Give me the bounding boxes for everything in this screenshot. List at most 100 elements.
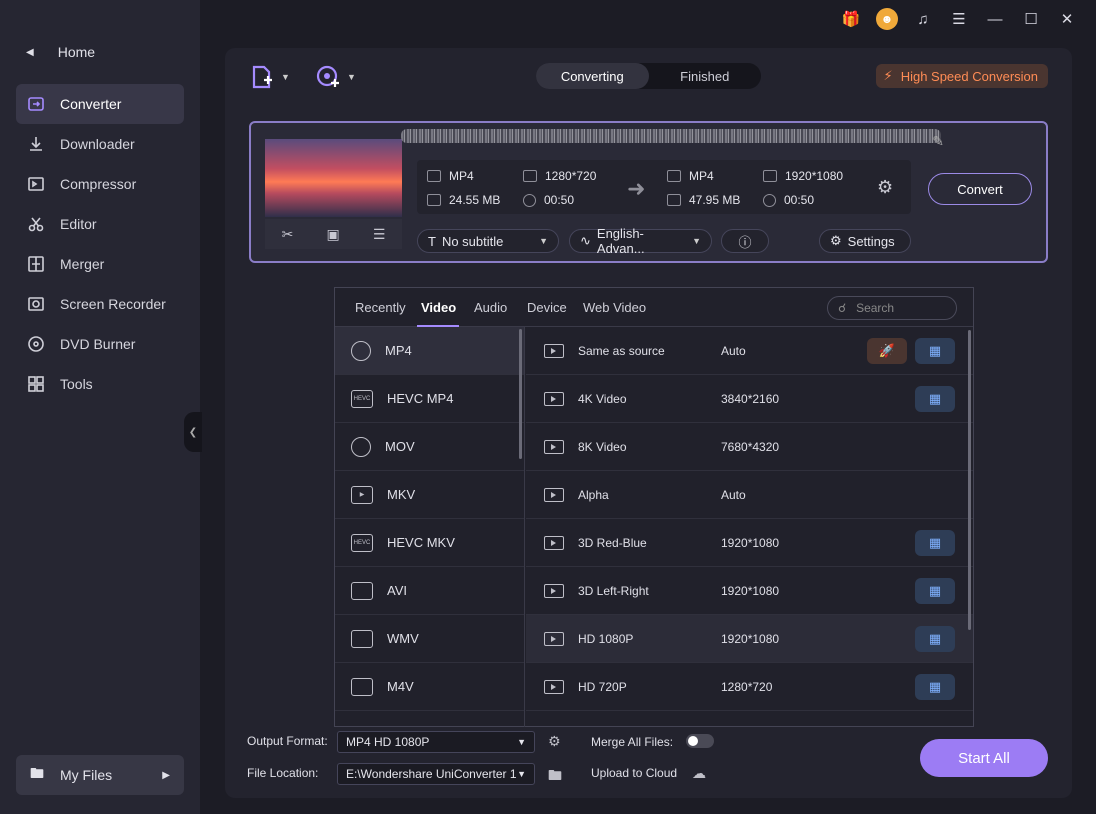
format-item-m4v[interactable]: M4V <box>335 663 524 711</box>
video-icon <box>544 583 564 598</box>
merge-toggle[interactable] <box>686 734 714 748</box>
folder-icon[interactable]: 🖿 <box>548 765 562 789</box>
output-format-label: Output Format: <box>247 734 328 748</box>
format-search-input[interactable]: ☌ Search <box>827 296 957 320</box>
add-file-button[interactable]: ▼ <box>249 64 290 90</box>
sidebar-item-label: Editor <box>60 216 97 232</box>
minimize-icon[interactable]: — <box>984 8 1006 30</box>
preset-name: 3D Red-Blue <box>578 535 647 550</box>
preset-list-scrollbar[interactable] <box>968 330 971 630</box>
effects-icon[interactable]: ☰ <box>373 226 386 243</box>
title-bar: 🎁 ☻ ♫ ☰ — ☐ ✕ <box>840 8 1078 30</box>
preset-row[interactable]: 8K Video 7680*4320 <box>526 423 973 471</box>
hardware-acceleration-icon[interactable]: ▦ <box>915 385 955 412</box>
lightning-icon: ⚡ <box>883 68 893 83</box>
preset-row[interactable]: HD 720P 1280*720 ▦ <box>526 663 973 711</box>
gift-icon[interactable]: 🎁 <box>840 8 862 30</box>
headset-icon[interactable]: ♫ <box>912 8 934 30</box>
maximize-icon[interactable]: ☐ <box>1020 8 1042 30</box>
output-settings-icon[interactable]: ⚙ <box>877 177 893 198</box>
info-button[interactable]: ⓘ <box>721 229 769 253</box>
source-format: MP4 <box>449 169 474 183</box>
subtitle-dropdown[interactable]: T No subtitle ▼ <box>417 229 559 253</box>
format-item-mp4[interactable]: MP4 <box>335 327 524 375</box>
video-icon <box>544 535 564 550</box>
preset-row[interactable]: 3D Left-Right 1920*1080 ▦ <box>526 567 973 615</box>
sidebar-item-downloader[interactable]: Downloader <box>16 124 184 164</box>
sidebar-item-label: DVD Burner <box>60 336 136 352</box>
tab-device[interactable]: Device <box>527 300 567 315</box>
preset-row[interactable]: Same as source Auto 🚀 ▦ <box>526 327 973 375</box>
sidebar-item-compressor[interactable]: Compressor <box>16 164 184 204</box>
thumbnail-tools: ✂ ▣ ☰ <box>265 219 402 249</box>
preset-row[interactable]: 4K Video 3840*2160 ▦ <box>526 375 973 423</box>
output-format-dropdown[interactable]: MP4 HD 1080P ▼ <box>337 731 535 753</box>
clock-icon <box>523 193 536 207</box>
subtitle-value: No subtitle <box>441 233 504 249</box>
sidebar-item-editor[interactable]: Editor <box>16 204 184 244</box>
hardware-acceleration-icon[interactable]: ▦ <box>915 673 955 700</box>
hardware-acceleration-icon[interactable]: ▦ <box>915 577 955 604</box>
edit-icon[interactable]: ✎ <box>932 133 944 150</box>
hardware-acceleration-icon[interactable]: ▦ <box>915 337 955 364</box>
sidebar-item-screen-recorder[interactable]: Screen Recorder <box>16 284 184 324</box>
arrow-right-icon: ➜ <box>627 176 646 201</box>
tab-converting[interactable]: Converting <box>536 63 649 89</box>
format-item-wmv[interactable]: WMV <box>335 615 524 663</box>
format-item-mov[interactable]: MOV <box>335 423 524 471</box>
chevron-down-icon: ▼ <box>692 236 701 246</box>
close-icon[interactable]: ✕ <box>1056 8 1078 30</box>
rocket-icon[interactable]: 🚀 <box>867 337 907 364</box>
sidebar-item-tools[interactable]: Tools <box>16 364 184 404</box>
preset-resolution: 1920*1080 <box>721 535 780 550</box>
tab-finished[interactable]: Finished <box>649 63 762 89</box>
hardware-acceleration-icon[interactable]: ▦ <box>915 625 955 652</box>
sidebar-collapse-button[interactable]: ❮ <box>184 412 202 452</box>
preset-resolution: 7680*4320 <box>721 439 780 454</box>
high-speed-conversion-button[interactable]: ⚡ High Speed Conversion <box>875 64 1048 88</box>
my-files-button[interactable]: 🖿 My Files ▶ <box>16 755 184 795</box>
file-location-value: E:\Wondershare UniConverter 1 <box>346 767 517 781</box>
tab-web-video[interactable]: Web Video <box>583 300 646 315</box>
format-item-hevc-mp4[interactable]: HEVC HEVC MP4 <box>335 375 524 423</box>
sidebar-item-label: Converter <box>60 96 122 112</box>
file-card: ​ ✂ ▣ ☰ ✎ MP4 1280*720 24.55 MB 00:50 ➜ … <box>249 121 1048 263</box>
format-item-avi[interactable]: AVI <box>335 567 524 615</box>
tab-recently[interactable]: Recently <box>355 300 406 315</box>
sidebar: ◀ Home Converter Downloader Compressor E… <box>0 0 200 814</box>
preset-resolution: 3840*2160 <box>721 391 780 406</box>
format-list-scrollbar[interactable] <box>519 329 522 459</box>
sidebar-item-dvd-burner[interactable]: DVD Burner <box>16 324 184 364</box>
avatar[interactable]: ☻ <box>876 8 898 30</box>
crop-icon[interactable]: ▣ <box>326 226 339 243</box>
format-item-hevc-mkv[interactable]: HEVC HEVC MKV <box>335 519 524 567</box>
settings-button[interactable]: ⚙ Settings <box>819 229 911 253</box>
video-thumbnail[interactable]: ​ <box>265 139 402 217</box>
cloud-icon[interactable]: ☁ <box>692 765 706 782</box>
menu-icon[interactable]: ☰ <box>948 8 970 30</box>
home-link[interactable]: ◀ Home <box>26 44 95 60</box>
sidebar-item-converter[interactable]: Converter <box>16 84 184 124</box>
output-settings-icon[interactable]: ⚙ <box>548 733 561 750</box>
preset-row[interactable]: 3D Red-Blue 1920*1080 ▦ <box>526 519 973 567</box>
audio-track-dropdown[interactable]: ∿ English-Advan... ▼ <box>569 226 712 256</box>
audio-track-value: English-Advan... <box>596 226 645 256</box>
preset-row-selected[interactable]: HD 1080P 1920*1080 ▦ <box>526 615 973 663</box>
convert-button[interactable]: Convert <box>928 173 1032 205</box>
tab-video[interactable]: Video <box>421 300 456 315</box>
home-label: Home <box>57 44 96 60</box>
sidebar-item-merger[interactable]: Merger <box>16 244 184 284</box>
format-tabs: Recently Video Audio Device Web Video ☌ … <box>335 288 973 327</box>
video-icon <box>544 391 564 406</box>
hardware-acceleration-icon[interactable]: ▦ <box>915 529 955 556</box>
trim-icon[interactable]: ✂ <box>282 226 294 243</box>
resolution-icon <box>763 170 777 182</box>
file-location-dropdown[interactable]: E:\Wondershare UniConverter 1 ▼ <box>337 763 535 785</box>
start-all-button[interactable]: Start All <box>920 739 1048 777</box>
search-placeholder: Search <box>856 301 895 315</box>
preset-row[interactable]: Alpha Auto <box>526 471 973 519</box>
preset-resolution: Auto <box>721 343 746 358</box>
tab-audio[interactable]: Audio <box>474 300 507 315</box>
format-item-mkv[interactable]: ▶ MKV <box>335 471 524 519</box>
add-media-button[interactable]: ▼ <box>315 64 356 90</box>
